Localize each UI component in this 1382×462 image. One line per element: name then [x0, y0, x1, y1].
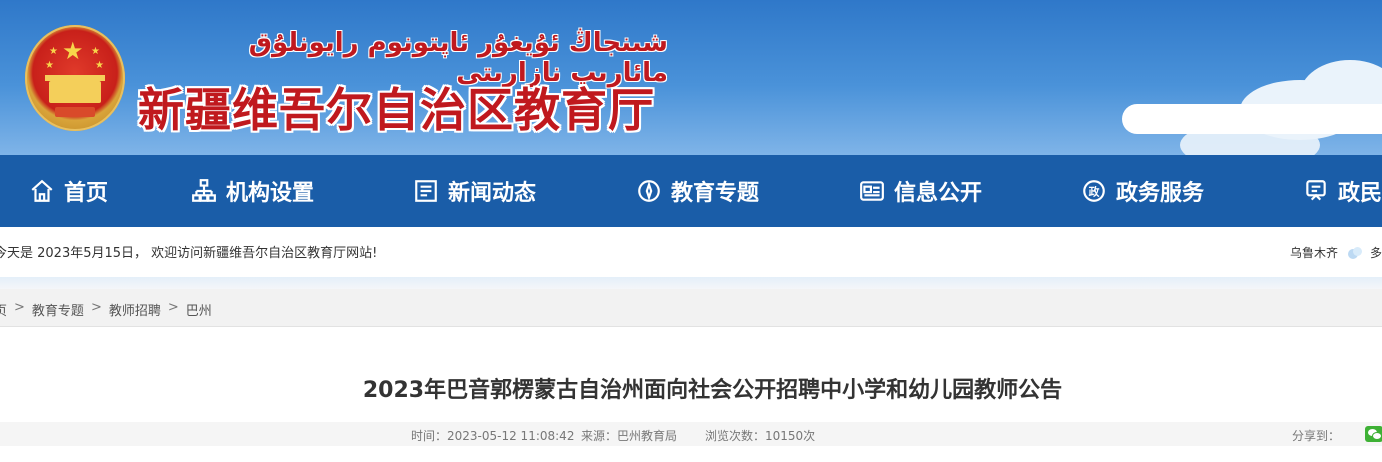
wechat-share-icon[interactable] [1365, 426, 1382, 442]
org-chart-icon [190, 177, 218, 205]
nav-label: 首页 [64, 181, 109, 206]
search-input[interactable] [1122, 104, 1382, 134]
nav-label: 机构设置 [226, 181, 315, 206]
breadcrumb-bazhou[interactable]: 巴州 [186, 300, 212, 319]
nav-label: 政民 [1338, 181, 1382, 206]
publish-time: 时间：2023-05-12 11:08:42 [411, 429, 575, 443]
share-label: 分享到： [1292, 429, 1341, 443]
divider [0, 277, 1382, 289]
welcome-text: 今天是 2023年5月15日， 欢迎访问新疆维吾尔自治区教育厅网站! [0, 246, 378, 261]
breadcrumb-recruitment[interactable]: 教师招聘 [109, 300, 161, 319]
main-nav: 首页 机构设置 新闻动态 教育专题 信息公开 政 政务服务 政民 [0, 155, 1382, 227]
home-icon [28, 177, 56, 205]
news-icon [412, 177, 440, 205]
nav-label: 教育专题 [671, 181, 760, 206]
article-title: 2023年巴音郭楞蒙古自治州面向社会公开招聘中小学和幼儿园教师公告 [362, 378, 1063, 403]
nav-item-interaction[interactable]: 政民 [1302, 155, 1382, 227]
nav-item-services[interactable]: 政 政务服务 [1080, 155, 1204, 227]
breadcrumb-home[interactable]: 页 [0, 300, 7, 319]
breadcrumb: 页 > 教育专题 > 教师招聘 > 巴州 [0, 289, 1382, 327]
interaction-icon [1302, 177, 1330, 205]
weather-widget: 乌鲁木齐 多 [1290, 244, 1382, 261]
site-title: 新疆维吾尔自治区教育厅 [138, 83, 655, 137]
view-count: 浏览次数：10150次 [705, 429, 816, 443]
weather-condition: 多 [1370, 246, 1382, 260]
nav-item-topics[interactable]: 教育专题 [635, 155, 759, 227]
nav-item-home[interactable]: 首页 [28, 155, 108, 227]
breadcrumb-separator: > [90, 300, 102, 315]
breadcrumb-separator: > [14, 300, 25, 315]
nav-label: 信息公开 [894, 181, 983, 206]
nav-item-info[interactable]: 信息公开 [858, 155, 982, 227]
header-banner: ★ ★ ★ ★ ★ شىنجاڭ ئۇيغۇر ئاپتونوم رايونلۇ… [0, 0, 1382, 155]
nav-label: 政务服务 [1116, 181, 1205, 206]
cloud-weather-icon [1346, 246, 1364, 259]
welcome-bar: 今天是 2023年5月15日， 欢迎访问新疆维吾尔自治区教育厅网站! 乌鲁木齐 … [0, 227, 1382, 277]
breadcrumb-separator: > [167, 300, 179, 315]
weather-city: 乌鲁木齐 [1290, 246, 1339, 260]
national-emblem-icon: ★ ★ ★ ★ ★ [25, 25, 125, 131]
article-source: 来源：巴州教育局 [581, 429, 678, 443]
nav-label: 新闻动态 [448, 181, 537, 206]
nav-item-news[interactable]: 新闻动态 [412, 155, 536, 227]
gov-service-icon: 政 [1080, 177, 1108, 205]
article-meta: 时间：2023-05-12 11:08:42 来源：巴州教育局 浏览次数：101… [0, 422, 1382, 446]
nav-item-org[interactable]: 机构设置 [190, 155, 314, 227]
svg-text:政: 政 [1089, 184, 1100, 198]
compass-icon [635, 177, 663, 205]
breadcrumb-topics[interactable]: 教育专题 [32, 300, 84, 319]
info-card-icon [858, 177, 886, 205]
